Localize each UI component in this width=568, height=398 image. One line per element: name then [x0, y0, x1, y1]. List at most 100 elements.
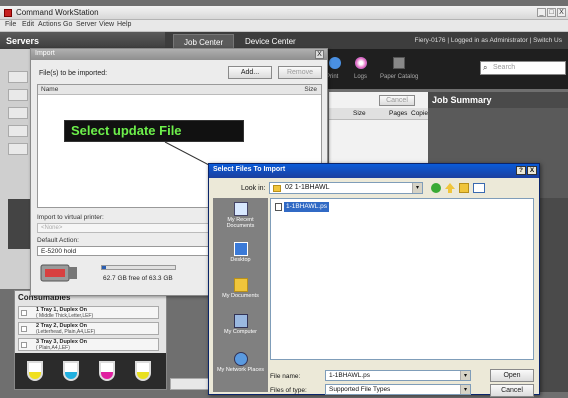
server-list-item[interactable] [8, 107, 28, 119]
search-icon: ⌕ [483, 63, 488, 72]
consumables-panel: Consumables 1 Tray 1, Duplex On ( Middle… [14, 290, 167, 390]
select-files-dialog: Select Files To Import ? X Look in: 02 1… [208, 163, 540, 397]
toner-black-icon [135, 361, 151, 381]
file-item[interactable]: 1-1BHAWL.ps [275, 202, 329, 212]
file-name-label: File name: [270, 373, 301, 380]
disk-space-bar [101, 265, 176, 270]
my-computer-icon [233, 314, 248, 328]
menu-view[interactable]: View [99, 21, 114, 28]
place-my-documents[interactable]: My Documents [215, 278, 266, 299]
printer-icon [40, 264, 77, 282]
cancel-job-button[interactable]: Cancel [379, 95, 415, 106]
virtual-printer-value: <None> [41, 225, 63, 231]
col-size-header[interactable]: Size [353, 110, 366, 117]
paper-catalog-label: Paper Catalog [380, 74, 419, 80]
menu-help[interactable]: Help [117, 21, 131, 28]
disk-space-text: 62.7 GB free of 63.3 GB [103, 275, 173, 282]
default-action-label: Default Action: [37, 237, 79, 244]
folder-icon [273, 185, 281, 192]
file-type-value: Supported File Types [329, 386, 391, 393]
select-dialog-close-button[interactable]: X [527, 166, 537, 175]
add-file-button[interactable]: Add... [228, 66, 272, 79]
virtual-printer-select[interactable]: <None> [37, 223, 212, 233]
search-input[interactable]: ⌕ Search [480, 61, 566, 75]
file-type-select[interactable]: Supported File Types ▾ [325, 384, 471, 395]
col-pages-header[interactable]: Pages [389, 110, 407, 117]
server-list-item[interactable] [8, 89, 28, 101]
look-in-label: Look in: [241, 185, 266, 192]
menu-server[interactable]: Server [76, 21, 97, 28]
back-icon[interactable] [431, 183, 441, 193]
recent-documents-icon [233, 202, 248, 216]
help-button[interactable]: ? [516, 166, 526, 175]
select-dialog-title: Select Files To Import [213, 166, 286, 173]
window-titlebar: Command WorkStation _ □ X [0, 6, 568, 20]
up-folder-icon[interactable] [445, 183, 455, 193]
menu-edit[interactable]: Edit [22, 21, 34, 28]
default-action-value: E-5200 hold [41, 248, 77, 255]
look-in-value: 02 1-1BHAWL [285, 184, 330, 191]
place-recent-documents[interactable]: My Recent Documents [215, 202, 266, 229]
tray-item[interactable]: 3 Tray 3, Duplex On ( Plain,A4,LEF) [18, 338, 159, 351]
horizontal-scrollbar[interactable] [170, 378, 210, 390]
toner-yellow-icon [27, 361, 43, 381]
virtual-printer-label: Import to virtual printer: [37, 214, 104, 221]
menu-bar: File Edit Actions Go Server View Help [0, 20, 568, 32]
place-my-computer[interactable]: My Computer [215, 314, 266, 335]
menu-file[interactable]: File [5, 21, 16, 28]
close-button[interactable]: X [557, 8, 566, 17]
tray-media: ( Middle Thick,Letter,LEF) [36, 313, 94, 319]
login-status: Fiery-0176 | Logged in as Administrator … [414, 37, 562, 44]
tray-checkbox[interactable] [21, 310, 27, 316]
tray-item[interactable]: 2 Tray 2, Duplex On (Letterhead, Plain,A… [18, 322, 159, 335]
callout-text: Select update File [71, 123, 182, 138]
file-icon [275, 203, 282, 211]
col-copies-header[interactable]: Copie [411, 110, 428, 117]
menu-go[interactable]: Go [63, 21, 72, 28]
tab-job-center[interactable]: Job Center [173, 34, 235, 49]
chevron-down-icon[interactable]: ▾ [460, 385, 470, 394]
col-name-header[interactable]: Name [41, 86, 58, 93]
place-desktop[interactable]: Desktop [215, 242, 266, 263]
toner-cyan-icon [63, 361, 79, 381]
servers-label: Servers [6, 36, 40, 46]
view-menu-icon[interactable] [473, 183, 485, 193]
server-status-block [8, 199, 30, 249]
tab-bar: Job Center Device Center Fiery-0176 | Lo… [165, 32, 568, 49]
minimize-button[interactable]: _ [537, 8, 546, 17]
maximize-button[interactable]: □ [547, 8, 556, 17]
paper-catalog-icon[interactable] [393, 57, 405, 69]
chevron-down-icon[interactable]: ▾ [412, 183, 422, 193]
tray-media: ( Plain,A4,LEF) [36, 345, 70, 351]
place-network-places[interactable]: My Network Places [215, 352, 266, 373]
tab-device-center[interactable]: Device Center [235, 34, 306, 49]
toner-area [15, 353, 166, 389]
new-folder-icon[interactable] [459, 183, 469, 193]
tray-checkbox[interactable] [21, 326, 27, 332]
network-places-icon [233, 352, 248, 366]
default-action-select[interactable]: E-5200 hold [37, 246, 212, 256]
tray-media: (Letterhead, Plain,A4,LEF) [36, 329, 96, 335]
import-titlebar: Import X [31, 49, 327, 60]
file-item-label: 1-1BHAWL.ps [284, 202, 329, 212]
look-in-select[interactable]: 02 1-1BHAWL ▾ [269, 182, 423, 194]
cancel-button[interactable]: Cancel [490, 384, 534, 397]
file-name-input[interactable]: 1-1BHAWL.ps ▾ [325, 370, 471, 381]
server-list-item[interactable] [8, 125, 28, 137]
place-label: My Computer [223, 329, 257, 335]
logs-icon[interactable] [355, 57, 367, 69]
col-size-header[interactable]: Size [304, 86, 317, 93]
tray-checkbox[interactable] [21, 342, 27, 348]
my-documents-icon [233, 278, 248, 292]
chevron-down-icon[interactable]: ▾ [460, 371, 470, 380]
print-icon[interactable] [329, 57, 341, 69]
tray-item[interactable]: 1 Tray 1, Duplex On ( Middle Thick,Lette… [18, 306, 159, 319]
open-button[interactable]: Open [490, 369, 534, 382]
logs-label: Logs [354, 74, 368, 80]
remove-file-button[interactable]: Remove [278, 66, 322, 79]
server-list-item[interactable] [8, 143, 28, 155]
import-close-button[interactable]: X [315, 50, 324, 59]
server-list-item[interactable] [8, 71, 28, 83]
menu-actions[interactable]: Actions [38, 21, 61, 28]
toner-magenta-icon [99, 361, 115, 381]
